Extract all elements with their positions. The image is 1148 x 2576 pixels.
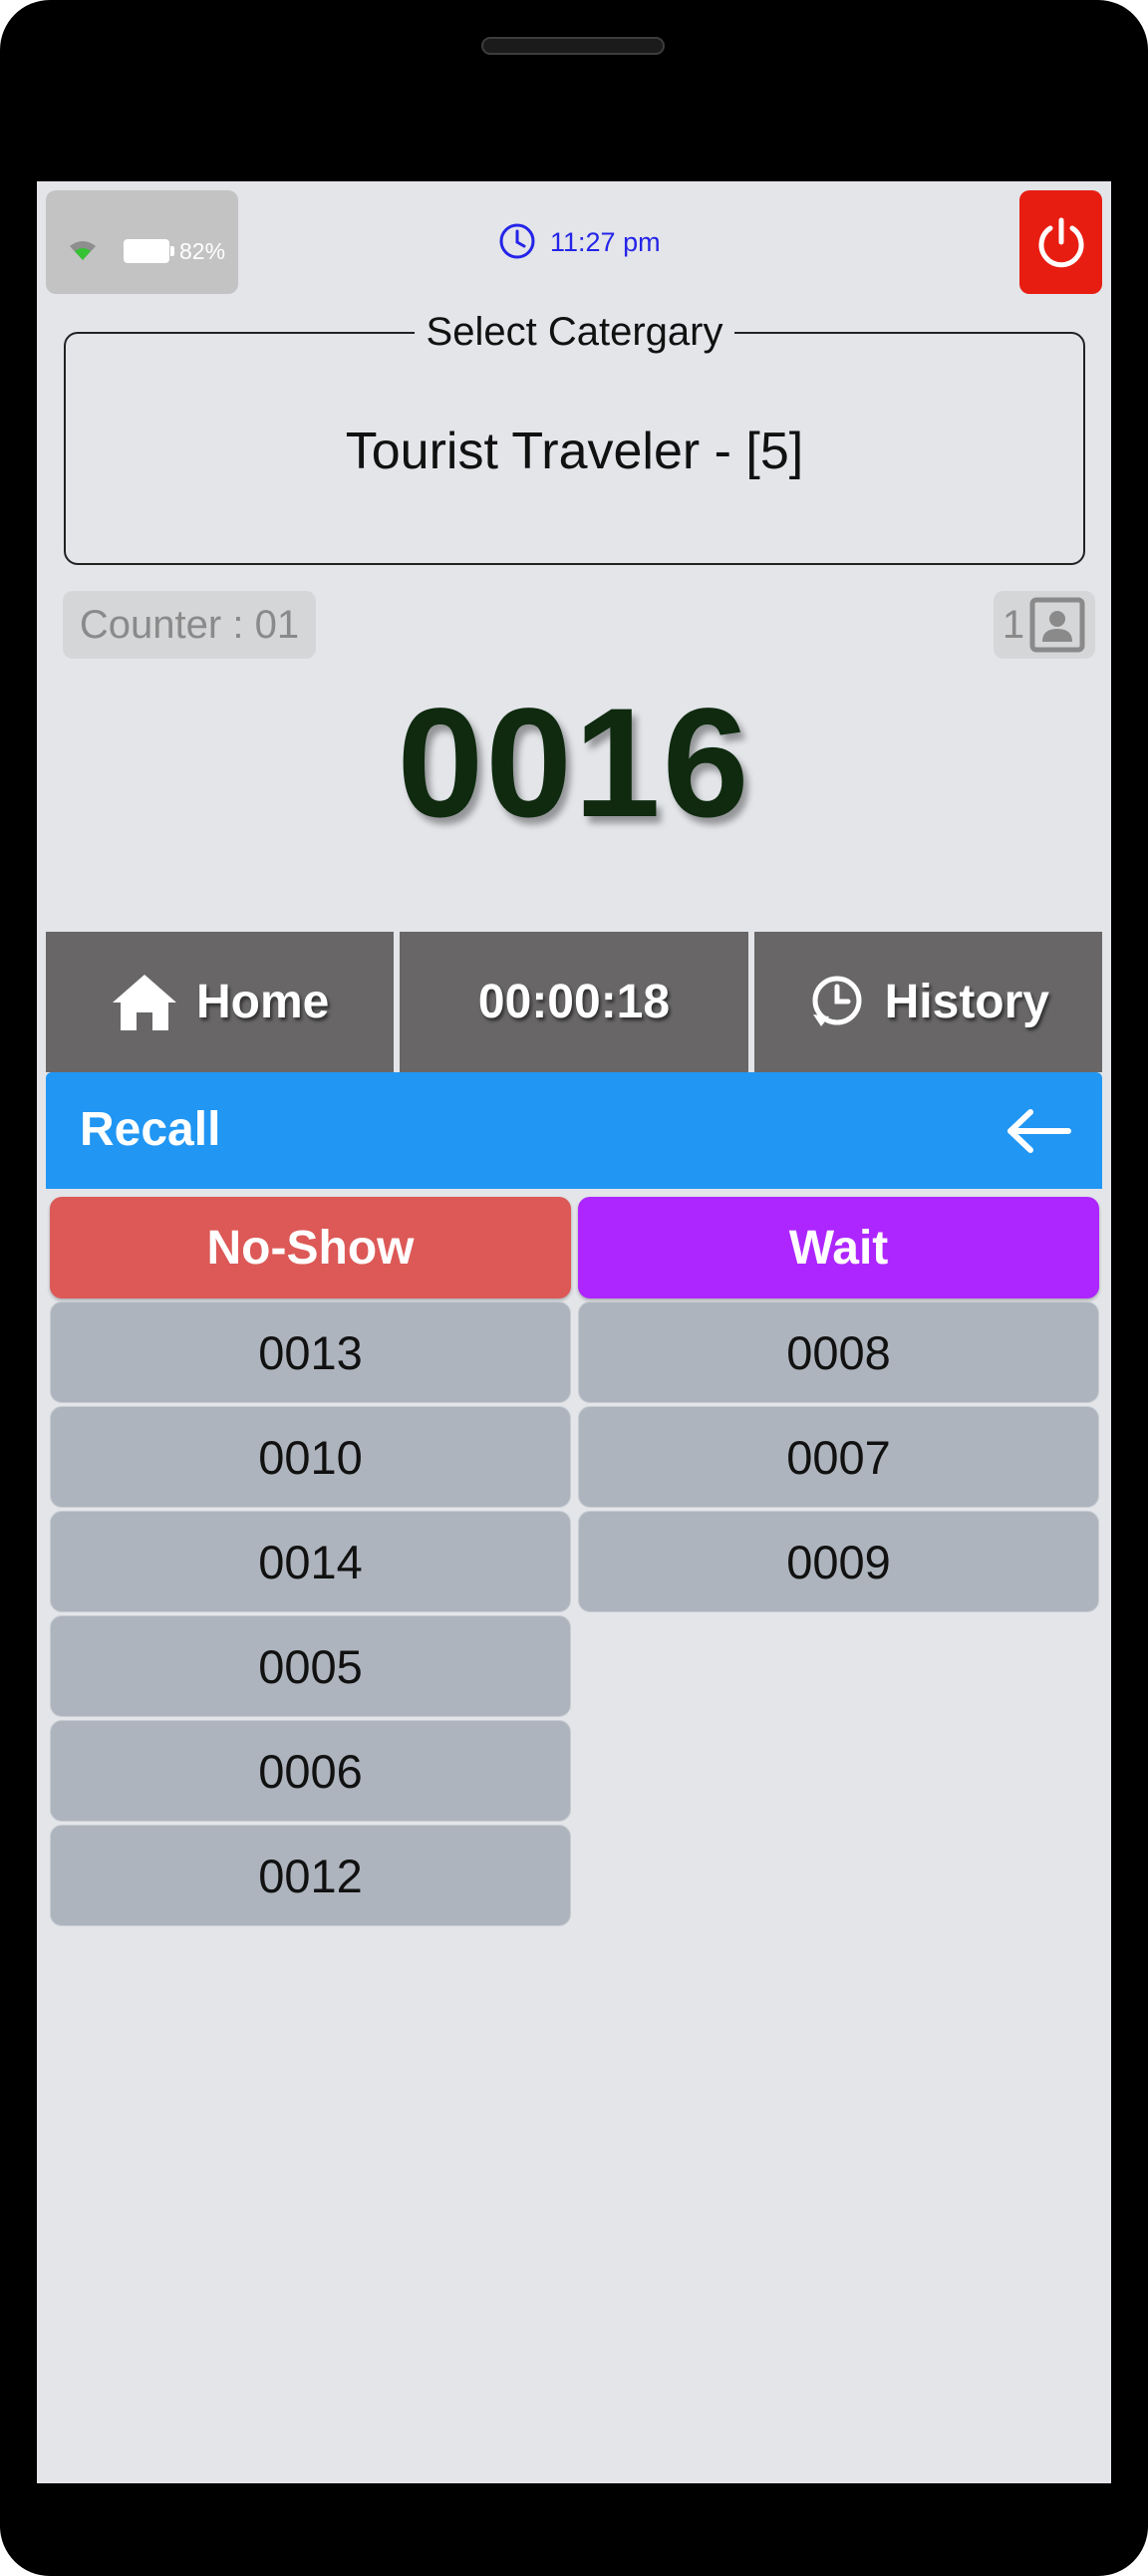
speaker-grille [481,37,665,55]
category-legend: Select Catergary [414,310,735,355]
wait-header: Wait [578,1197,1099,1298]
category-value: Tourist Traveler - [5] [345,423,804,480]
history-button[interactable]: History [753,932,1102,1072]
clock-icon [499,223,535,259]
action-bar: Home 00:00:18 History [46,932,1102,1072]
recall-header: Recall [46,1072,1102,1189]
app-screen: 82% 11:27 pm Select Catergary Tourist Tr… [37,181,1111,2483]
wait-column: Wait 0008 0007 0009 [578,1197,1099,1612]
no-show-token[interactable]: 0010 [50,1406,571,1508]
home-button[interactable]: Home [46,932,395,1072]
home-icon [112,974,176,1030]
no-show-column: No-Show 0013 0010 0014 0005 0006 0012 [50,1197,571,1926]
status-indicator: 82% [46,190,238,294]
service-timer: 00:00:18 [400,932,748,1072]
category-selector[interactable]: Select Catergary Tourist Traveler - [5] [64,310,1085,565]
back-arrow-icon[interactable] [1004,1109,1072,1153]
wait-token[interactable]: 0007 [578,1406,1099,1508]
no-show-header: No-Show [50,1197,571,1298]
wait-token[interactable]: 0009 [578,1511,1099,1612]
battery-percent: 82% [179,238,226,264]
contact-icon [1029,597,1085,653]
power-icon [1038,217,1083,268]
queue-count: 1 [1002,602,1025,647]
no-show-token[interactable]: 0013 [50,1301,571,1403]
queue-badge[interactable]: 1 [994,591,1095,659]
current-token-number: 0016 [397,677,751,850]
no-show-token[interactable]: 0005 [50,1615,571,1717]
wait-token[interactable]: 0008 [578,1301,1099,1403]
wifi-icon [70,241,96,260]
timer-value: 00:00:18 [477,976,671,1028]
power-button[interactable] [1019,190,1102,294]
no-show-token[interactable]: 0014 [50,1511,571,1612]
recall-title: Recall [80,1103,221,1156]
home-label: Home [195,976,330,1028]
battery-icon [124,239,174,263]
no-show-token[interactable]: 0012 [50,1825,571,1926]
history-label: History [884,976,1049,1028]
counter-badge: Counter : 01 [63,591,316,659]
no-show-token[interactable]: 0006 [50,1720,571,1822]
history-icon [812,976,862,1026]
device-frame: 82% 11:27 pm Select Catergary Tourist Tr… [0,0,1148,2576]
current-time: 11:27 pm [550,227,661,257]
